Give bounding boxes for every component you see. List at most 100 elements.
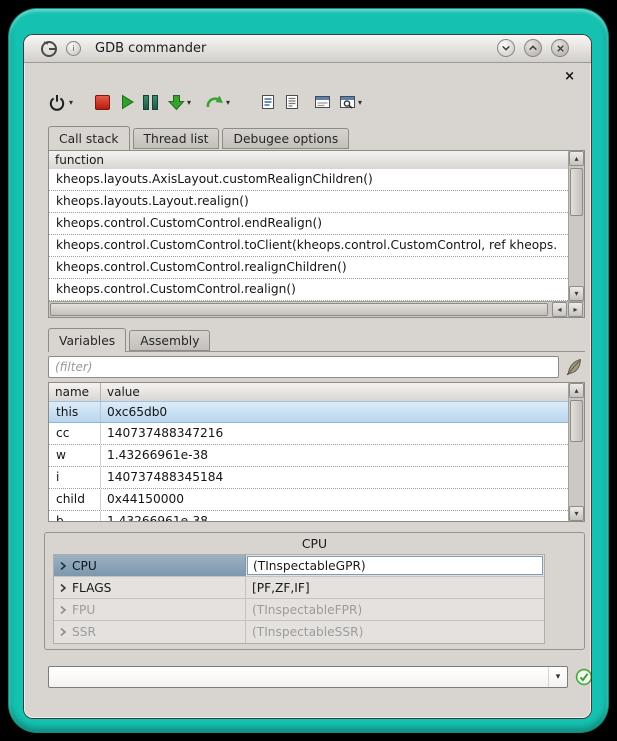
- scroll-left-button[interactable]: ◂: [552, 302, 567, 317]
- callstack-pane: function kheops.layouts.AxisLayout.custo…: [48, 150, 585, 318]
- command-combobox[interactable]: ▾: [48, 666, 568, 688]
- pause-button[interactable]: [143, 89, 158, 115]
- power-button[interactable]: [48, 89, 66, 115]
- info-badge-icon: i: [66, 41, 81, 56]
- expand-arrow-icon[interactable]: [59, 605, 67, 615]
- step-over-dropdown[interactable]: ▾: [226, 98, 230, 107]
- variable-name: cc: [49, 423, 101, 444]
- variables-row[interactable]: b 1.43266961e-38: [49, 511, 568, 521]
- pause-icon: [143, 95, 158, 110]
- list-icon: [284, 94, 300, 110]
- run-icon: [120, 94, 135, 110]
- window-frame: i GDB commander: [9, 9, 608, 732]
- step-button[interactable]: [168, 89, 185, 115]
- cpu-row[interactable]: CPU (TInspectableGPR): [54, 555, 544, 577]
- tab-thread-list[interactable]: Thread list: [133, 128, 220, 149]
- expand-arrow-icon[interactable]: [59, 627, 67, 637]
- cpu-register-name[interactable]: FPU: [54, 599, 246, 620]
- titlebar-buttons: [497, 39, 569, 57]
- callstack-horizontal-scrollbar[interactable]: ◂ ▸: [49, 301, 584, 317]
- scroll-right-button[interactable]: ▸: [568, 302, 583, 317]
- check-circle-icon: [575, 668, 592, 686]
- source-view-button[interactable]: [260, 89, 276, 115]
- step-dropdown[interactable]: ▾: [187, 98, 191, 107]
- callstack-row[interactable]: kheops.control.CustomControl.endRealign(…: [49, 213, 568, 235]
- cpu-register-name[interactable]: SSR: [54, 621, 246, 643]
- chevron-up-icon: [527, 42, 539, 54]
- cpu-groupbox-title: CPU: [45, 536, 584, 551]
- cpu-row[interactable]: FLAGS [PF,ZF,IF]: [54, 577, 544, 599]
- shade-button[interactable]: [497, 39, 515, 57]
- stop-button[interactable]: [95, 89, 110, 115]
- tab-call-stack[interactable]: Call stack: [48, 126, 130, 150]
- variable-name: child: [49, 489, 101, 510]
- cpu-register-grid: CPU (TInspectableGPR) FLAGS [PF,ZF,IF]: [53, 554, 545, 644]
- cpu-groupbox: CPU CPU (TInspectableGPR): [44, 532, 585, 650]
- variables-row[interactable]: w 1.43266961e-38: [49, 445, 568, 467]
- callstack-row[interactable]: kheops.control.CustomControl.realignChil…: [49, 257, 568, 279]
- cpu-register-name[interactable]: FLAGS: [54, 577, 246, 598]
- expand-arrow-icon[interactable]: [59, 561, 67, 571]
- tab-assembly[interactable]: Assembly: [129, 330, 210, 351]
- cpu-row[interactable]: FPU (TInspectableFPR): [54, 599, 544, 621]
- variable-value: 140737488347216: [101, 423, 568, 444]
- stop-icon: [95, 95, 110, 110]
- variable-value: 0xc65db0: [101, 402, 568, 422]
- execute-button[interactable]: [574, 668, 591, 687]
- scroll-up-button[interactable]: ▴: [569, 151, 584, 166]
- horizontal-scrollbar-thumb[interactable]: [50, 303, 548, 316]
- filter-input[interactable]: [48, 356, 559, 378]
- tab-variables[interactable]: Variables: [48, 328, 126, 352]
- watch-window-button[interactable]: [314, 89, 331, 115]
- callstack-vertical-scrollbar[interactable]: ▴ ▾: [568, 151, 584, 301]
- scroll-up-button[interactable]: ▴: [569, 383, 584, 398]
- scroll-down-button[interactable]: ▾: [569, 286, 584, 301]
- variables-vertical-scrollbar[interactable]: ▴ ▾: [568, 383, 584, 521]
- tab-debugee-options[interactable]: Debugee options: [222, 128, 349, 149]
- column-header-name[interactable]: name: [49, 383, 101, 401]
- dock-close-button[interactable]: ×: [564, 71, 575, 83]
- vertical-scrollbar-thumb[interactable]: [570, 400, 583, 442]
- expand-arrow-icon[interactable]: [59, 583, 67, 593]
- cpu-row[interactable]: SSR (TInspectableSSR): [54, 621, 544, 643]
- evaluate-button[interactable]: [339, 89, 356, 115]
- message-list-button[interactable]: [284, 89, 300, 115]
- power-dropdown[interactable]: ▾: [69, 98, 73, 107]
- run-button[interactable]: [120, 89, 135, 115]
- variable-value: 0x44150000: [101, 489, 568, 510]
- variable-name: w: [49, 445, 101, 466]
- power-icon: [48, 93, 66, 111]
- callstack-tabbar: Call stack Thread list Debugee options: [48, 126, 352, 150]
- variables-row[interactable]: cc 140737488347216: [49, 423, 568, 445]
- close-button[interactable]: [551, 39, 569, 57]
- callstack-row[interactable]: kheops.control.CustomControl.toClient(kh…: [49, 235, 568, 257]
- variables-row[interactable]: child 0x44150000: [49, 489, 568, 511]
- column-header-value[interactable]: value: [101, 383, 568, 401]
- variable-name: this: [49, 402, 101, 422]
- step-over-icon: [205, 94, 224, 110]
- vertical-scrollbar-thumb[interactable]: [570, 168, 583, 216]
- scroll-down-button[interactable]: ▾: [569, 506, 584, 521]
- callstack-row[interactable]: kheops.layouts.Layout.realign(): [49, 191, 568, 213]
- command-input[interactable]: [51, 668, 547, 686]
- source-file-icon: [260, 94, 276, 110]
- step-over-button[interactable]: [205, 89, 224, 115]
- variables-row-selected[interactable]: this 0xc65db0: [49, 401, 568, 423]
- debug-toolbar: ▾ ▾: [48, 87, 362, 117]
- callstack-row[interactable]: kheops.control.CustomControl.realign(): [49, 279, 568, 301]
- variables-header: name value: [49, 383, 568, 402]
- variable-value: 140737488345184: [101, 467, 568, 488]
- variables-row[interactable]: i 140737488345184: [49, 467, 568, 489]
- close-icon: [555, 43, 566, 54]
- cpu-register-name-selected[interactable]: CPU: [54, 555, 246, 576]
- chevron-down-icon: [500, 42, 512, 54]
- callstack-row[interactable]: kheops.layouts.AxisLayout.customRealignC…: [49, 169, 568, 191]
- variable-name: b: [49, 511, 101, 521]
- evaluate-dropdown[interactable]: ▾: [358, 98, 362, 107]
- maximize-button[interactable]: [524, 39, 542, 57]
- filter-options-button[interactable]: [563, 356, 585, 378]
- cpu-register-value-editor[interactable]: (TInspectableGPR): [247, 556, 543, 575]
- quill-icon: [565, 358, 583, 376]
- combo-dropdown-button[interactable]: ▾: [548, 667, 567, 687]
- callstack-column-header[interactable]: function: [49, 151, 568, 170]
